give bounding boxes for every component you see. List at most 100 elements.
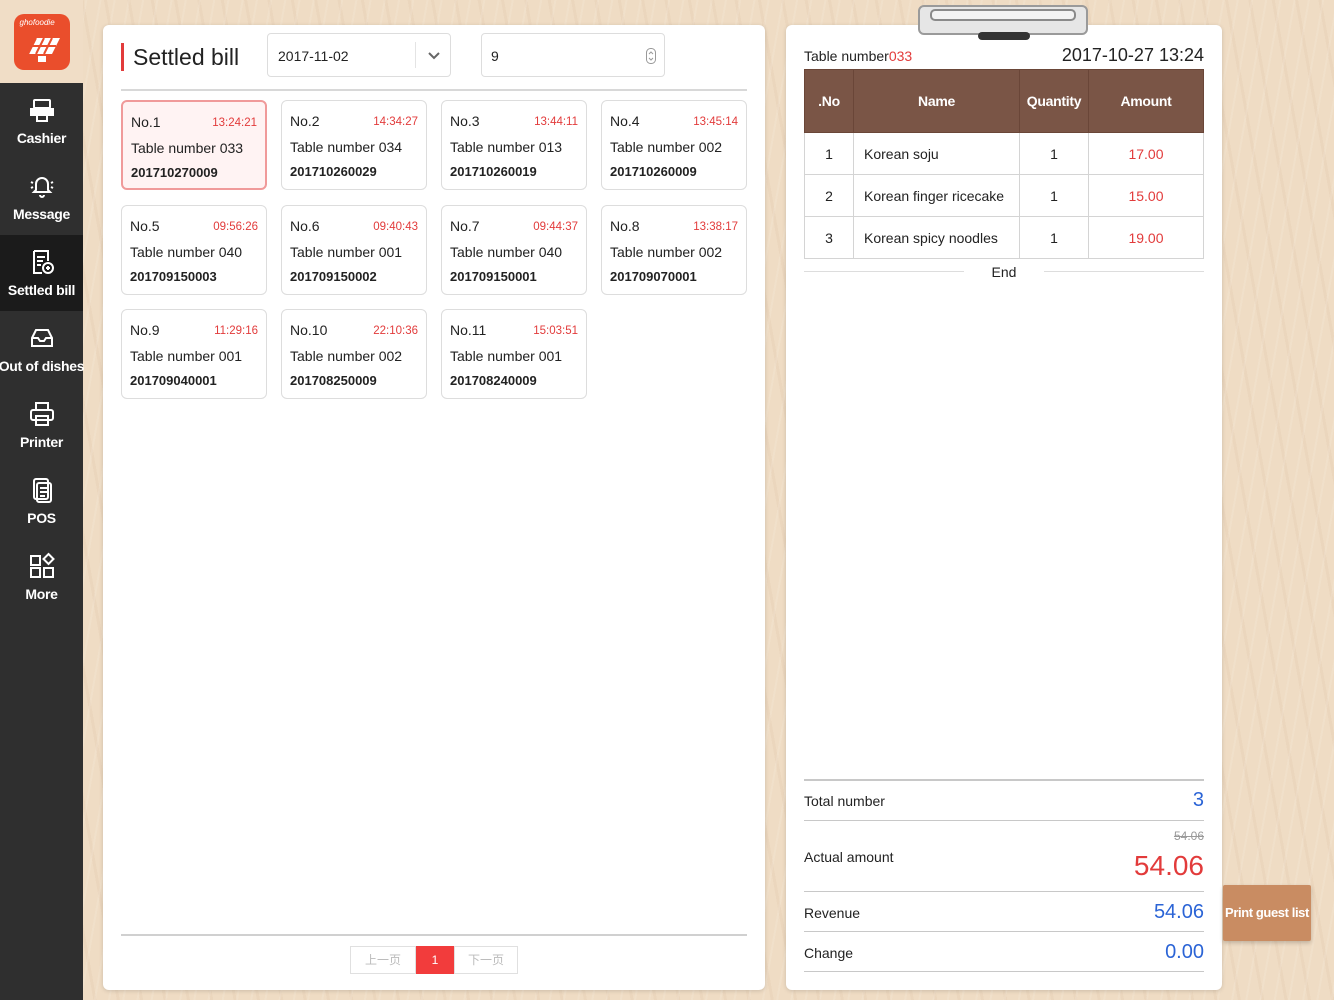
table-number-label: Table number: [804, 48, 889, 64]
bill-card[interactable]: No.1 13:24:21 Table number 033 201710270…: [121, 100, 267, 190]
order-items-table: .No Name Quantity Amount 1 Korean soju 1…: [804, 69, 1204, 259]
cashier-icon: [29, 99, 54, 122]
bill-id: 201709150002: [290, 269, 377, 284]
bill-card[interactable]: No.4 13:45:14 Table number 002 201710260…: [601, 100, 747, 190]
bill-id: 201710260009: [610, 164, 697, 179]
chevron-down-icon[interactable]: [426, 47, 442, 63]
bill-card[interactable]: No.5 09:56:26 Table number 040 201709150…: [121, 205, 267, 295]
sidebar-item-out-of-dishes[interactable]: Out of dishes: [0, 311, 85, 387]
bill-card[interactable]: No.2 14:34:27 Table number 034 201710260…: [281, 100, 427, 190]
bill-table-number: Table number 002: [290, 348, 403, 364]
logo-area: ghofoodie: [0, 0, 83, 83]
bill-id: 201710260029: [290, 164, 377, 179]
sidebar-item-printer[interactable]: Printer: [0, 387, 83, 463]
bill-card[interactable]: No.11 15:03:51 Table number 001 20170824…: [441, 309, 587, 399]
bill-table-number: Table number 001: [130, 348, 243, 364]
bill-number: No.6: [290, 218, 320, 234]
print-guest-list-button[interactable]: Print guest list: [1223, 885, 1311, 941]
bill-number: No.5: [130, 218, 160, 234]
sidebar-item-label: More: [25, 586, 58, 602]
title-divider: [121, 89, 747, 91]
bill-table-number: Table number 013: [450, 139, 563, 155]
table-row: 3 Korean spicy noodles 1 19.00: [804, 216, 1204, 259]
bill-time: 13:24:21: [212, 117, 257, 129]
bill-card[interactable]: No.7 09:44:37 Table number 040 201709150…: [441, 205, 587, 295]
bill-time: 22:10:36: [373, 325, 418, 337]
bill-time: 15:03:51: [533, 325, 578, 337]
item-amount: 15.00: [1088, 174, 1204, 217]
bill-id: 201709150001: [450, 269, 537, 284]
table-row: 2 Korean finger ricecake 1 15.00: [804, 174, 1204, 217]
current-page-button[interactable]: 1: [416, 946, 454, 974]
logo-text: ghofoodie: [19, 17, 55, 27]
item-no: 2: [804, 174, 854, 217]
bill-count-value: 9: [491, 48, 499, 64]
bill-table-number: Table number 034: [290, 139, 403, 155]
stepper-icon[interactable]: [646, 48, 656, 64]
bill-number: No.1: [131, 114, 161, 130]
sidebar-item-label: Settled bill: [7, 282, 76, 298]
totals-divider: [804, 931, 1204, 932]
col-header-quantity: Quantity: [1019, 69, 1089, 133]
bill-table-number: Table number 002: [610, 139, 723, 155]
col-header-amount: Amount: [1088, 69, 1204, 133]
totals-divider: [804, 891, 1204, 892]
sidebar-item-more[interactable]: More: [0, 539, 83, 615]
item-no: 1: [804, 132, 854, 175]
bill-count-input[interactable]: 9: [481, 33, 665, 77]
next-page-button[interactable]: 下一页: [454, 946, 518, 974]
totals-divider: [804, 779, 1204, 781]
date-select[interactable]: 2017-11-02: [267, 33, 451, 77]
sidebar-item-label: Cashier: [16, 130, 67, 146]
item-name: Korean soju: [853, 132, 1020, 175]
item-qty: 1: [1019, 132, 1089, 175]
sidebar-item-pos[interactable]: POS: [0, 463, 83, 539]
item-name: Korean finger ricecake: [853, 174, 1020, 217]
bill-card[interactable]: No.10 22:10:36 Table number 002 20170825…: [281, 309, 427, 399]
sidebar-item-settled-bill[interactable]: Settled bill: [0, 235, 83, 311]
bill-card[interactable]: No.6 09:40:43 Table number 001 201709150…: [281, 205, 427, 295]
item-name: Korean spicy noodles: [853, 216, 1020, 259]
bill-number: No.3: [450, 113, 480, 129]
printer-icon: [29, 402, 54, 426]
clipboard-clip-icon: [918, 5, 1088, 40]
bill-table-number: Table number 040: [450, 244, 563, 260]
bill-number: No.8: [610, 218, 640, 234]
total-number-value: 3: [1192, 789, 1204, 811]
sidebar-item-message[interactable]: Message: [0, 159, 83, 235]
bill-card[interactable]: No.8 13:38:17 Table number 002 201709070…: [601, 205, 747, 295]
more-icon: [29, 552, 55, 578]
bill-icon: [32, 250, 54, 274]
bill-number: No.4: [610, 113, 640, 129]
bill-table-number: Table number 001: [450, 348, 563, 364]
bill-card[interactable]: No.9 11:29:16 Table number 001 201709040…: [121, 309, 267, 399]
col-header-name: Name: [853, 69, 1020, 133]
change-label: Change: [804, 945, 854, 961]
bill-time: 13:44:11: [534, 116, 578, 128]
bill-id: 201710270009: [131, 165, 218, 180]
sidebar-item-label: Message: [12, 206, 71, 222]
page-title: Settled bill: [133, 44, 240, 70]
actual-amount-label: Actual amount: [804, 849, 894, 865]
original-amount-value: 54.06: [1173, 829, 1204, 843]
bill-table-number: Table number 002: [610, 244, 723, 260]
table-header-row: .No Name Quantity Amount: [804, 69, 1204, 133]
item-amount: 17.00: [1088, 132, 1204, 175]
bill-detail-panel: Table number033 2017-10-27 13:24 .No Nam…: [786, 25, 1222, 990]
detail-datetime: 2017-10-27 13:24: [1061, 45, 1204, 65]
pos-icon: [32, 478, 52, 503]
bill-time: 13:45:14: [693, 116, 738, 128]
revenue-label: Revenue: [804, 905, 861, 921]
app-logo[interactable]: ghofoodie: [13, 13, 70, 70]
sidebar: ghofoodie Cashier Message Settled bill O…: [0, 0, 85, 1000]
bill-number: No.2: [290, 113, 320, 129]
sidebar-item-cashier[interactable]: Cashier: [0, 83, 83, 159]
bill-id: 201710260019: [450, 164, 537, 179]
prev-page-button[interactable]: 上一页: [350, 946, 416, 974]
bill-id: 201708250009: [290, 373, 377, 388]
bill-id: 201709150003: [130, 269, 217, 284]
actual-amount-value: 54.06: [1133, 850, 1204, 881]
bill-card[interactable]: No.3 13:44:11 Table number 013 201710260…: [441, 100, 587, 190]
bill-number: No.11: [450, 322, 487, 338]
table-row: 1 Korean soju 1 17.00: [804, 132, 1204, 175]
